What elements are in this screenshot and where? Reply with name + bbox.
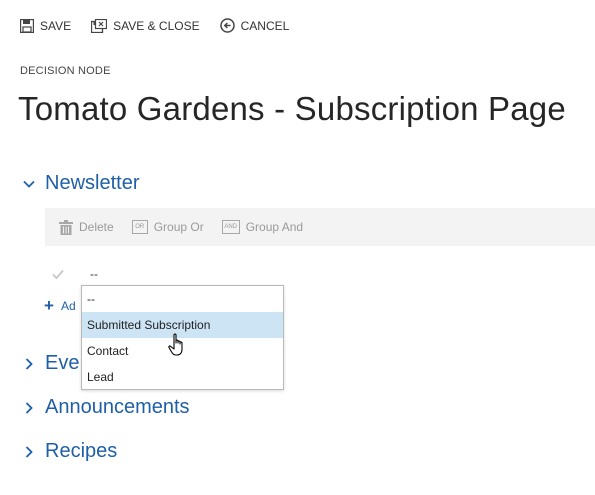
page-title: Tomato Gardens - Subscription Page	[18, 90, 566, 127]
section-label: Announcements	[45, 396, 190, 418]
chevron-right-icon	[22, 357, 36, 371]
entity-type-label: DECISION NODE	[20, 65, 111, 77]
add-label: Ad	[60, 299, 76, 313]
command-toolbar: SAVE SAVE & CLOSE CANCEL	[20, 18, 309, 33]
condition-row: --	[50, 266, 98, 282]
dropdown-option[interactable]: Lead	[82, 364, 283, 390]
cancel-label: CANCEL	[240, 18, 290, 33]
group-and-button[interactable]: AND Group And	[221, 220, 304, 234]
plus-icon: +	[44, 296, 54, 315]
chevron-right-icon	[22, 445, 36, 459]
section-label: Eve	[45, 352, 80, 374]
save-icon	[20, 18, 34, 33]
group-or-icon: OR	[131, 220, 148, 234]
section-announcements[interactable]: Announcements	[22, 396, 190, 419]
save-button[interactable]: SAVE	[20, 18, 72, 33]
back-circle-icon	[219, 18, 235, 33]
section-newsletter[interactable]: Newsletter	[22, 172, 139, 195]
delete-button[interactable]: Delete	[59, 219, 114, 235]
chevron-down-icon	[22, 177, 36, 191]
rule-command-bar: Delete OR Group Or AND Group And	[45, 208, 595, 246]
save-close-button[interactable]: SAVE & CLOSE	[91, 18, 200, 33]
section-recipes[interactable]: Recipes	[22, 440, 117, 463]
save-close-icon	[91, 18, 108, 33]
group-and-label: Group And	[245, 220, 304, 234]
section-label: Recipes	[45, 440, 118, 462]
hand-cursor-icon	[168, 333, 183, 356]
section-label: Newsletter	[45, 172, 140, 194]
dropdown-option[interactable]: --	[82, 286, 283, 312]
save-label: SAVE	[40, 18, 72, 33]
chevron-right-icon	[22, 401, 36, 415]
checkmark-icon[interactable]	[50, 266, 66, 282]
group-or-button[interactable]: OR Group Or	[131, 220, 204, 234]
section-events[interactable]: Eve	[22, 352, 79, 375]
group-or-label: Group Or	[153, 220, 204, 234]
save-close-label: SAVE & CLOSE	[113, 18, 200, 33]
add-condition-link[interactable]: + Ad	[44, 296, 76, 315]
condition-field-select[interactable]: --	[90, 267, 98, 281]
group-and-icon: AND	[221, 220, 240, 234]
cancel-button[interactable]: CANCEL	[219, 18, 290, 33]
delete-label: Delete	[79, 220, 114, 234]
trash-icon	[59, 219, 73, 235]
